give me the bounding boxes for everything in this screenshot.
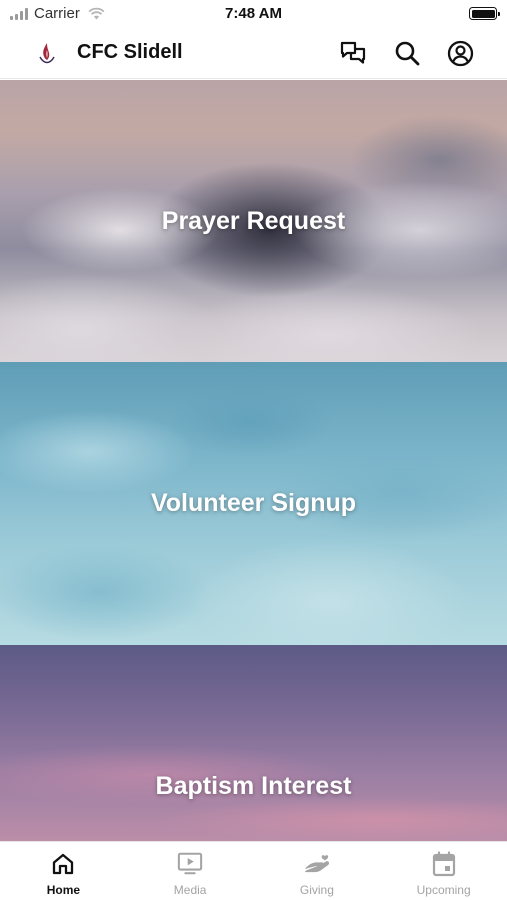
tab-media[interactable]: Media xyxy=(127,842,254,900)
calendar-icon xyxy=(432,851,455,877)
app-title: CFC Slidell xyxy=(77,41,183,63)
tab-home[interactable]: Home xyxy=(0,842,127,900)
tab-label: Media xyxy=(173,883,207,897)
search-button[interactable] xyxy=(393,39,421,67)
card-title: Baptism Interest xyxy=(155,772,352,800)
card-title: Volunteer Signup xyxy=(150,489,357,517)
app-header: CFC Slidell xyxy=(0,28,507,79)
volunteer-signup-card[interactable]: Volunteer Signup xyxy=(0,362,507,645)
prayer-request-card[interactable]: Prayer Request xyxy=(0,80,507,362)
chat-button[interactable] xyxy=(339,39,367,67)
tv-play-icon xyxy=(177,852,203,875)
search-icon xyxy=(395,41,420,66)
status-bar: Carrier 7:48 AM xyxy=(0,0,507,28)
chat-bubbles-icon xyxy=(340,41,366,64)
home-icon xyxy=(53,853,74,875)
tab-giving[interactable]: Giving xyxy=(254,842,381,900)
baptism-interest-card[interactable]: Baptism Interest xyxy=(0,645,507,841)
tab-label: Upcoming xyxy=(416,883,471,897)
profile-icon xyxy=(447,40,473,66)
tab-label: Home xyxy=(46,883,81,897)
battery-icon xyxy=(469,7,500,20)
status-time: 7:48 AM xyxy=(225,5,282,22)
bottom-tab-bar: Home Media Giving Upcoming xyxy=(0,841,507,900)
church-flame-logo xyxy=(39,43,55,64)
tab-upcoming[interactable]: Upcoming xyxy=(380,842,507,900)
tab-label: Giving xyxy=(299,883,334,897)
giving-hand-icon xyxy=(305,855,329,873)
profile-button[interactable] xyxy=(446,39,474,67)
card-title: Prayer Request xyxy=(161,206,346,235)
